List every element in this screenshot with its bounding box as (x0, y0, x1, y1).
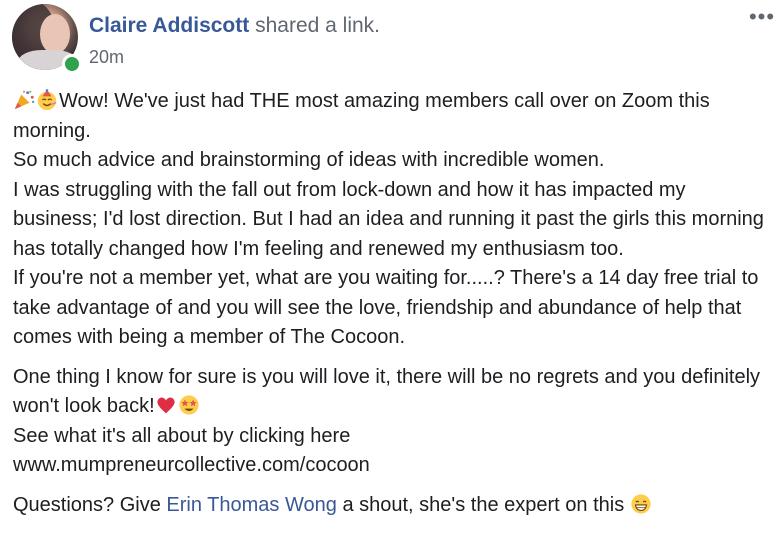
red-heart-icon (157, 397, 175, 414)
post-card: Claire Addiscott shared a link. 20m ••• (0, 0, 779, 556)
post-timestamp[interactable]: 20m (89, 46, 124, 68)
body-text-1: Wow! We've just had THE most amazing mem… (13, 90, 710, 142)
body-paragraph-6: See what it's all about by clicking here (13, 424, 351, 447)
body-paragraph-2: So much advice and brainstorming of idea… (13, 149, 605, 171)
author-name-link[interactable]: Claire Addiscott (89, 14, 249, 37)
action-text: shared a link. (255, 14, 380, 37)
party-popper-icon (14, 90, 35, 110)
body-paragraph-4: If you're not a member yet, what are you… (13, 267, 759, 348)
partying-face-icon (37, 89, 57, 111)
body-text-8-end: a shout, she's the expert on this (342, 493, 625, 516)
grinning-face-icon (631, 493, 651, 514)
avatar-face (40, 14, 70, 54)
body-paragraph-8: Questions? Give Erin Thomas Wong a shout… (13, 491, 773, 521)
body-text-5: One thing I know for sure is you will lo… (13, 365, 761, 418)
more-options-icon[interactable]: ••• (748, 6, 776, 28)
star-struck-icon (179, 395, 199, 415)
post-body: Wow! We've just had THE most amazing mem… (13, 87, 773, 520)
online-status-icon (62, 54, 82, 74)
mention-link-erin[interactable]: Erin Thomas Wong (166, 494, 336, 516)
post-header: Claire Addiscott shared a link. 20m ••• (0, 0, 779, 80)
body-text-8-start: Questions? Give (13, 493, 161, 516)
author-line: Claire Addiscott shared a link. (89, 13, 380, 39)
body-paragraph-3: I was struggling with the fall out from … (13, 178, 764, 260)
body-paragraph-1: Wow! We've just had THE most amazing mem… (13, 87, 773, 146)
body-paragraph-5: One thing I know for sure is you will lo… (13, 363, 773, 422)
body-link-url[interactable]: www.mumpreneurcollective.com/cocoon (13, 451, 773, 481)
